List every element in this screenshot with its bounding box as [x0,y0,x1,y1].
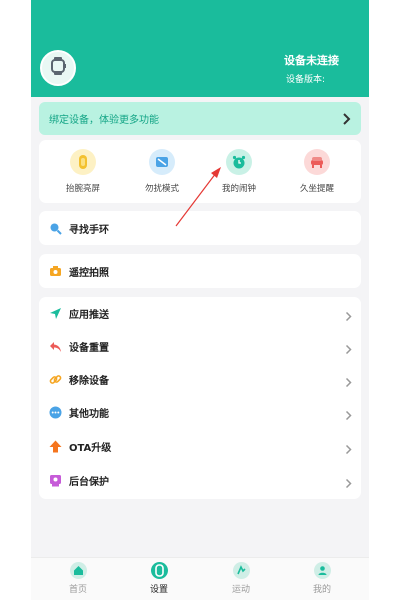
remote-camera-label: 遥控拍照 [69,267,109,279]
find-band-row[interactable]: 寻找手环 [39,211,361,245]
device-avatar[interactable] [40,50,76,86]
device-header: 设备未连接 设备版本: [31,0,369,97]
reset-icon [48,340,62,354]
search-icon [48,221,62,235]
alarm-clock-icon [226,149,252,175]
chevron-right-icon [345,440,352,459]
tab-home[interactable]: 首页 [48,562,108,595]
chevron-right-icon [342,111,351,130]
tab-sport[interactable]: 运动 [211,562,271,595]
chevron-right-icon [345,373,352,392]
tab-settings[interactable]: 设置 [129,562,189,595]
sport-icon [232,562,250,579]
list-item-background-protect[interactable]: 后台保护 [39,464,361,497]
list-item-label: 应用推送 [69,310,109,321]
list-item-label: OTA升级 [69,443,112,454]
do-not-disturb-icon [149,149,175,175]
quick-sedentary[interactable]: 久坐提醒 [287,149,347,194]
list-item-label: 设备重置 [69,343,109,354]
quick-actions-card: 抬腕亮屏 勿扰模式 我的闹钟 久坐提醒 [39,140,361,203]
tab-profile[interactable]: 我的 [292,562,352,595]
raise-wrist-icon [70,149,96,175]
chevron-right-icon [345,474,352,493]
quick-do-not-disturb[interactable]: 勿扰模式 [132,149,192,194]
watch-icon [47,55,69,81]
find-band-label: 寻找手环 [69,224,109,236]
quick-raise-wrist[interactable]: 抬腕亮屏 [53,149,113,194]
tab-label: 运动 [231,585,250,595]
list-item-ota-upgrade[interactable]: OTA升级 [39,430,361,463]
bind-banner-text: 绑定设备，体验更多功能 [49,115,159,126]
quick-label: 抬腕亮屏 [65,184,100,194]
more-icon [48,406,62,420]
chevron-right-icon [345,406,352,425]
list-item-app-push[interactable]: 应用推送 [39,297,361,330]
device-status: 设备未连接 [284,54,339,67]
device-version: 设备版本: [285,75,325,85]
sedentary-reminder-icon [304,149,330,175]
quick-my-alarm[interactable]: 我的闹钟 [209,149,269,194]
tab-label: 我的 [312,585,331,595]
settings-icon [150,562,168,579]
quick-label: 久坐提醒 [299,184,334,194]
camera-icon [48,264,62,278]
phone-screen: 设备未连接 设备版本: 绑定设备，体验更多功能 抬腕亮屏 勿扰模式 我的闹钟 久… [31,0,369,600]
tab-label: 首页 [68,585,87,595]
send-icon [48,307,62,321]
chevron-right-icon [345,340,352,359]
list-item-device-reset[interactable]: 设备重置 [39,330,361,363]
bottom-tab-bar: 首页 设置 运动 我的 [31,557,369,600]
profile-icon [313,562,331,579]
list-item-label: 后台保护 [69,477,109,488]
list-item-label: 其他功能 [69,409,109,420]
quick-label: 我的闹钟 [221,184,256,194]
remote-camera-row[interactable]: 遥控拍照 [39,254,361,288]
home-icon [69,562,87,579]
settings-list: 应用推送 设备重置 移除设备 其他功能 OTA升级 后台保护 [39,297,361,499]
protect-icon [48,474,62,488]
quick-label: 勿扰模式 [144,184,179,194]
upgrade-icon [48,440,62,454]
link-icon [48,373,62,387]
list-item-remove-device[interactable]: 移除设备 [39,363,361,396]
tab-label: 设置 [149,585,168,595]
bind-device-banner[interactable]: 绑定设备，体验更多功能 [39,102,361,135]
list-item-label: 移除设备 [69,376,109,387]
list-item-other-functions[interactable]: 其他功能 [39,396,361,429]
chevron-right-icon [345,307,352,326]
